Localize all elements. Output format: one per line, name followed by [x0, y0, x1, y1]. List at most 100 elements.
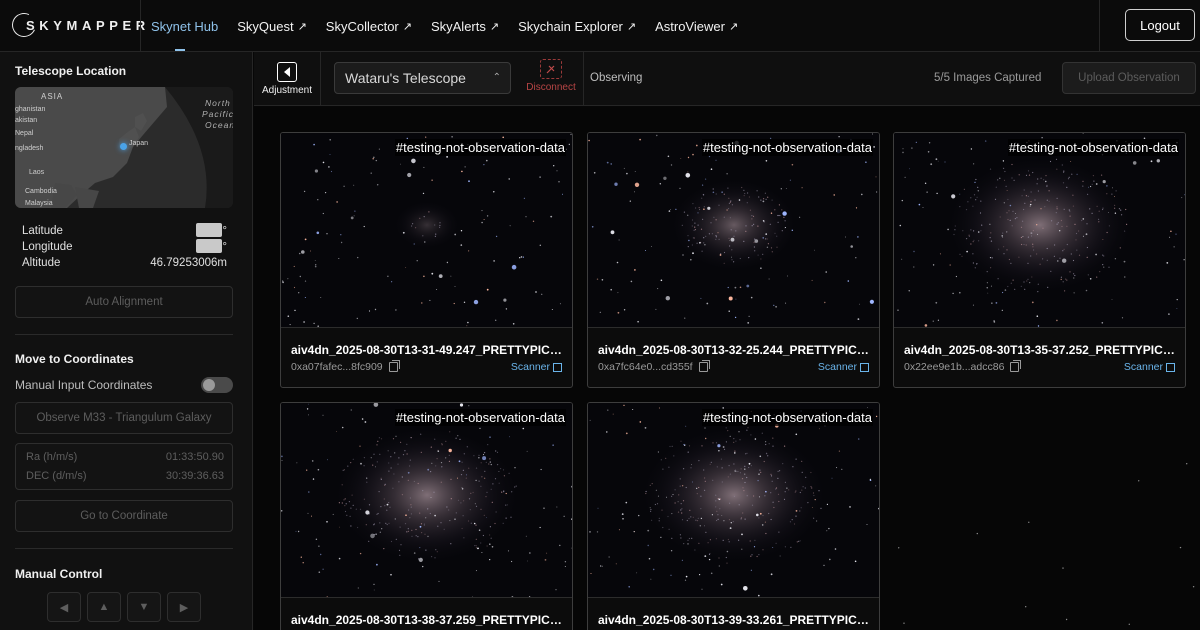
- image-card[interactable]: #testing-not-observation-data aiv4dn_202…: [280, 132, 573, 388]
- card-divider: [281, 327, 572, 328]
- star-field-image: [894, 133, 1185, 327]
- star-field-image: [281, 403, 572, 597]
- arrow-left-icon: ◀: [59, 601, 69, 614]
- observation-image[interactable]: [588, 133, 879, 327]
- star-field-image: [588, 403, 879, 597]
- nav-item-label: Skychain Explorer: [518, 18, 623, 34]
- skymapper-logo[interactable]: SKYMAPPER: [8, 9, 145, 41]
- dec-value: 30:39:36.63: [165, 470, 224, 482]
- brand-name: SKYMAPPER: [26, 18, 150, 33]
- observation-image[interactable]: [588, 403, 879, 597]
- image-card[interactable]: #testing-not-observation-data aiv4dn_202…: [893, 132, 1186, 388]
- nav-item-astroviewer[interactable]: AstroViewer ↗: [655, 19, 738, 34]
- tx-hash: 0x22ee9e1b...adcc86: [904, 360, 1022, 373]
- map-label: North: [205, 98, 231, 108]
- nav-item-label: AstroViewer: [655, 18, 725, 34]
- move-to-coordinates-heading: Move to Coordinates: [15, 352, 134, 366]
- longitude-label: Longitude: [22, 241, 73, 253]
- arrow-right-icon: ▶: [179, 601, 189, 614]
- map-label: Japan: [129, 140, 149, 147]
- go-to-coordinate-button[interactable]: Go to Coordinate: [15, 500, 233, 532]
- move-up-button[interactable]: ▲: [87, 592, 121, 622]
- map-label: ghanistan: [15, 106, 46, 113]
- tx-hash-value: 0xa07fafec...8fc909: [291, 361, 383, 373]
- nav-item-label: Skynet Hub: [151, 18, 219, 34]
- map-label: Cambodia: [25, 188, 57, 195]
- move-left-button[interactable]: ◀: [47, 592, 81, 622]
- copy-icon[interactable]: [388, 360, 400, 372]
- tx-hash-value: 0x22ee9e1b...adcc86: [904, 361, 1005, 373]
- toolbar-divider: [583, 52, 584, 106]
- card-divider: [894, 327, 1185, 328]
- observation-image[interactable]: [894, 133, 1185, 327]
- observation-toolbar: Adjustment Wataru's Telescope ⌃ Disconne…: [254, 52, 1200, 106]
- image-card[interactable]: #testing-not-observation-data aiv4dn_202…: [587, 402, 880, 630]
- manual-input-toggle[interactable]: [201, 377, 233, 393]
- nav-divider: [1099, 0, 1100, 52]
- image-card[interactable]: #testing-not-observation-data aiv4dn_202…: [280, 402, 573, 630]
- location-map[interactable]: ASIA ghanistan akistan Nepal ngladesh La…: [15, 87, 233, 208]
- external-link-icon: ↗: [626, 20, 637, 33]
- disconnect-plug-icon: [540, 59, 562, 79]
- altitude-label: Altitude: [22, 257, 61, 269]
- copy-icon[interactable]: [1010, 360, 1022, 372]
- scanner-link[interactable]: Scanner: [818, 361, 869, 373]
- external-link-icon: [860, 362, 869, 372]
- card-divider: [588, 597, 879, 598]
- star-field-image: [281, 133, 572, 327]
- scanner-link[interactable]: Scanner: [1124, 361, 1175, 373]
- logout-button[interactable]: Logout: [1125, 9, 1195, 41]
- copy-icon[interactable]: [698, 360, 710, 372]
- upload-observation-button[interactable]: Upload Observation: [1062, 62, 1196, 94]
- map-label: ASIA: [41, 92, 64, 101]
- telescope-select[interactable]: Wataru's Telescope ⌃: [334, 62, 511, 94]
- ra-value: 01:33:50.90: [165, 451, 224, 463]
- testing-tag: #testing-not-observation-data: [394, 409, 566, 426]
- card-divider: [588, 327, 879, 328]
- arrow-down-icon: ▼: [138, 601, 150, 613]
- auto-alignment-button[interactable]: Auto Alignment: [15, 286, 233, 318]
- main-nav: Skynet Hub SkyQuest ↗ SkyCollector ↗ Sky…: [151, 0, 757, 52]
- image-card[interactable]: #testing-not-observation-data aiv4dn_202…: [587, 132, 880, 388]
- scanner-link[interactable]: Scanner: [511, 361, 562, 373]
- location-marker-icon: [120, 143, 127, 150]
- toggle-knob: [203, 379, 215, 391]
- nav-item-skycollector[interactable]: SkyCollector ↗: [326, 19, 412, 34]
- tx-hash: 0xa07fafec...8fc909: [291, 360, 400, 373]
- nav-item-skyalerts[interactable]: SkyAlerts ↗: [431, 19, 499, 34]
- nav-item-skynet-hub[interactable]: Skynet Hub: [151, 19, 218, 34]
- dec-label: DEC (d/m/s): [26, 470, 87, 482]
- observation-image[interactable]: [281, 133, 572, 327]
- panel-collapse-icon: [277, 62, 297, 82]
- adjustment-label: Adjustment: [261, 85, 313, 96]
- chevron-updown-icon: ⌃: [492, 72, 501, 83]
- nav-item-skychain-explorer[interactable]: Skychain Explorer ↗: [518, 19, 636, 34]
- external-link-icon: [553, 362, 562, 372]
- altitude-value: 46.79253006m: [150, 257, 227, 269]
- move-down-button[interactable]: ▼: [127, 592, 161, 622]
- external-link-icon: ↗: [728, 20, 739, 33]
- target-object-select[interactable]: Observe M33 - Triangulum Galaxy: [15, 402, 233, 434]
- image-filename: aiv4dn_2025-08-30T13-31-49.247_PRETTYPIC…: [291, 343, 566, 357]
- toolbar-divider: [320, 52, 321, 106]
- testing-tag: #testing-not-observation-data: [701, 139, 873, 156]
- external-link-icon: ↗: [489, 20, 500, 33]
- tx-hash-value: 0xa7fc64e0...cd355f: [598, 361, 693, 373]
- redaction-mask: [196, 239, 222, 253]
- telescope-location-heading: Telescope Location: [15, 64, 127, 78]
- nav-item-skyquest[interactable]: SkyQuest ↗: [237, 19, 307, 34]
- testing-tag: #testing-not-observation-data: [394, 139, 566, 156]
- image-filename: aiv4dn_2025-08-30T13-32-25.244_PRETTYPIC…: [598, 343, 873, 357]
- disconnect-button[interactable]: Disconnect: [522, 59, 580, 99]
- scanner-label: Scanner: [510, 361, 550, 373]
- arrow-up-icon: ▲: [98, 601, 110, 613]
- altitude-row: Altitude 46.79253006m: [22, 257, 227, 269]
- observation-status: Observing: [590, 72, 643, 84]
- map-label: Laos: [29, 169, 45, 176]
- observation-image[interactable]: [281, 403, 572, 597]
- adjustment-button[interactable]: Adjustment: [254, 52, 320, 106]
- external-link-icon: [1166, 362, 1175, 372]
- move-right-button[interactable]: ▶: [167, 592, 201, 622]
- map-label: akistan: [15, 117, 38, 124]
- nav-divider: [140, 0, 141, 52]
